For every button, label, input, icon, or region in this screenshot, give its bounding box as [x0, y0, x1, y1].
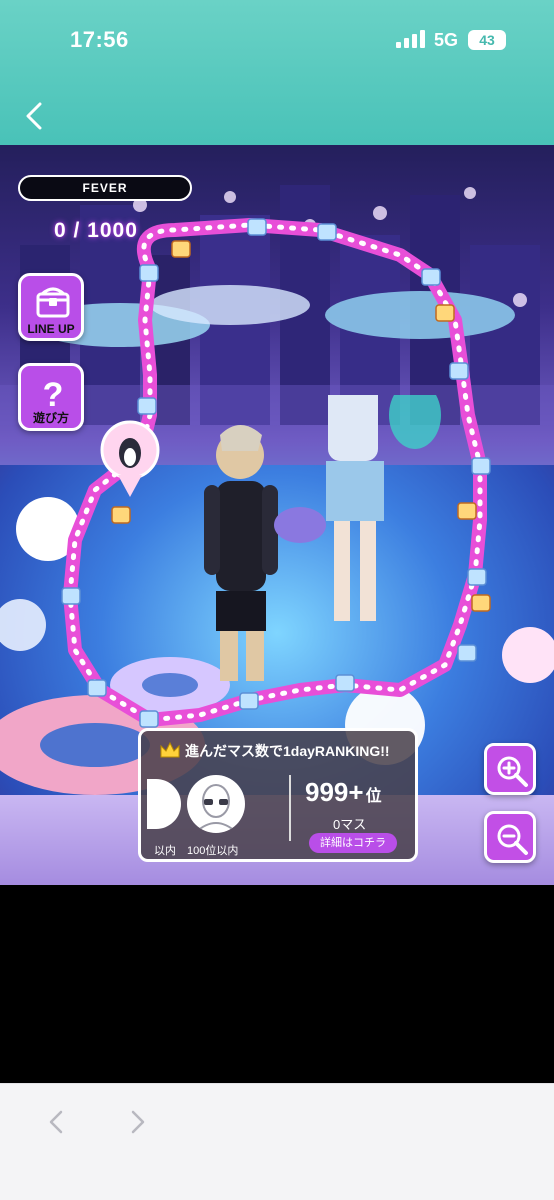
howto-button[interactable]: ? 遊び方 — [18, 363, 84, 431]
howto-label: 遊び方 — [32, 411, 69, 425]
chest-icon — [36, 287, 70, 318]
rank-divider — [289, 775, 291, 841]
app-header: 17:56 5G 43 — [0, 0, 554, 145]
game-board-view[interactable]: FEVER 0 / 1000 LINE UP ? 遊び方 進んだマス数で1day… — [0, 145, 554, 885]
ranking-detail-button[interactable]: 詳細はコチラ — [309, 833, 397, 853]
fever-meter: FEVER — [18, 175, 192, 201]
svg-text:?: ? — [43, 376, 64, 412]
zoom-out-icon — [497, 824, 528, 855]
zoom-out-button[interactable] — [484, 811, 536, 863]
crown-icon — [160, 741, 180, 758]
signal-icon — [396, 30, 426, 48]
fever-label: FEVER — [82, 181, 128, 195]
battery-indicator: 43 — [468, 30, 506, 50]
my-rank: 999+ 位 — [305, 777, 382, 808]
nav-forward-icon[interactable] — [126, 1106, 150, 1138]
network-type: 5G — [434, 30, 459, 50]
avatar-placeholder-icon — [194, 784, 238, 833]
my-rank-suffix: 位 — [365, 788, 382, 805]
nav-back-icon[interactable] — [44, 1106, 68, 1138]
zoom-in-button[interactable] — [484, 743, 536, 795]
my-squares: 0マス — [333, 817, 367, 832]
rank-avatar-partial — [147, 779, 181, 829]
bottom-nav-bar — [0, 1083, 554, 1200]
lineup-button[interactable]: LINE UP — [18, 273, 84, 341]
rank-avatar — [187, 775, 245, 833]
ranking-panel[interactable]: 進んだマス数で1dayRANKING!! 以内 100位以内 999+ 位 0マス… — [138, 728, 418, 862]
question-icon: ? — [43, 376, 64, 412]
rank-avatar-label: 100位以内 — [187, 845, 239, 857]
my-rank-value: 999+ — [305, 777, 364, 807]
zoom-in-icon — [497, 756, 528, 787]
status-time: 17:56 — [70, 27, 129, 52]
lineup-label: LINE UP — [27, 322, 75, 336]
chevron-left-icon[interactable] — [20, 100, 48, 132]
ranking-title: 進んだマス数で1dayRANKING!! — [185, 743, 390, 759]
rank-label-left: 以内 — [154, 845, 176, 857]
fever-count: 0 / 1000 — [54, 219, 138, 242]
